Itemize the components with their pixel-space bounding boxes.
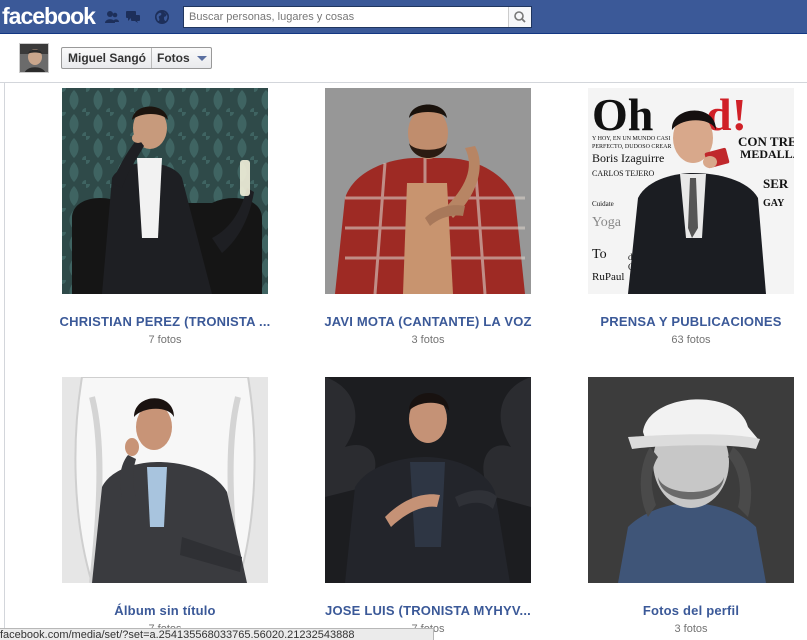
- facebook-logo[interactable]: facebook: [2, 3, 96, 30]
- album-card[interactable]: Fotos del perfil 3 fotos: [576, 377, 806, 635]
- album-cover-photo[interactable]: Oh d! Y HOY, EN UN MUNDO CASI PERFECTO, …: [588, 88, 794, 294]
- album-photo-count: 63 fotos: [671, 334, 711, 346]
- album-card[interactable]: Oh d! Y HOY, EN UN MUNDO CASI PERFECTO, …: [576, 88, 806, 346]
- magazine-cover-image: Oh d! Y HOY, EN UN MUNDO CASI PERFECTO, …: [588, 88, 794, 294]
- album-title[interactable]: JAVI MOTA (CANTANTE) LA VOZ: [313, 314, 543, 329]
- svg-text:GAY: GAY: [763, 198, 785, 209]
- breadcrumb-section-dropdown[interactable]: Fotos: [152, 48, 211, 68]
- notifications-globe-icon[interactable]: [154, 9, 170, 25]
- browser-status-url: facebook.com/media/set/?set=a.2541355680…: [0, 628, 434, 640]
- album-photo-count: 3 fotos: [674, 623, 708, 635]
- breadcrumb-section-label: Fotos: [157, 51, 190, 65]
- svg-text:Oh: Oh: [592, 89, 653, 140]
- svg-text:Yoga: Yoga: [592, 215, 622, 230]
- search-icon: [514, 11, 526, 23]
- svg-text:Y HOY, EN UN MUNDO CASI: Y HOY, EN UN MUNDO CASI: [592, 136, 670, 142]
- album-card[interactable]: JOSE LUIS (TRONISTA MYHYV... 7 fotos: [313, 377, 543, 635]
- breadcrumb-profile-name[interactable]: Miguel Sangó: [62, 48, 152, 68]
- svg-text:MEDALLAS: MEDALLAS: [740, 147, 794, 161]
- album-title[interactable]: Fotos del perfil: [576, 603, 806, 618]
- chevron-down-icon: [196, 55, 207, 61]
- svg-text:To: To: [592, 247, 607, 262]
- album-title[interactable]: CHRISTIAN PEREZ (TRONISTA ...: [50, 314, 280, 329]
- search-button[interactable]: [508, 7, 531, 27]
- album-cover-photo[interactable]: [62, 377, 268, 583]
- search-input[interactable]: [184, 7, 509, 27]
- top-navigation-bar: facebook: [0, 0, 807, 34]
- search-box: [183, 6, 532, 28]
- svg-text:SER: SER: [763, 176, 789, 191]
- album-photo-count: 7 fotos: [148, 334, 182, 346]
- album-photo-count: 3 fotos: [411, 334, 445, 346]
- svg-text:PERFECTO, DUDOSO CREAR: PERFECTO, DUDOSO CREAR: [592, 144, 671, 150]
- breadcrumb: Miguel Sangó Fotos: [61, 47, 212, 69]
- album-cover-photo[interactable]: [325, 377, 531, 583]
- album-card[interactable]: CHRISTIAN PEREZ (TRONISTA ... 7 fotos: [50, 88, 280, 346]
- friend-requests-icon[interactable]: [104, 9, 120, 25]
- album-title[interactable]: PRENSA Y PUBLICACIONES: [576, 314, 806, 329]
- album-card[interactable]: JAVI MOTA (CANTANTE) LA VOZ 3 fotos: [313, 88, 543, 346]
- svg-text:RuPaul: RuPaul: [592, 271, 624, 283]
- messages-icon[interactable]: [125, 9, 141, 25]
- album-header-bar: Miguel Sangó Fotos: [0, 34, 807, 83]
- svg-text:Boris Izaguirre: Boris Izaguirre: [592, 151, 664, 165]
- profile-avatar[interactable]: [19, 43, 49, 73]
- album-card[interactable]: Álbum sin título 7 fotos: [50, 377, 280, 635]
- svg-text:CARLOS TEJERO: CARLOS TEJERO: [592, 169, 655, 178]
- left-divider: [4, 83, 5, 640]
- album-cover-photo[interactable]: [588, 377, 794, 583]
- svg-text:Cuidate: Cuidate: [592, 200, 614, 208]
- album-title[interactable]: JOSE LUIS (TRONISTA MYHYV...: [313, 603, 543, 618]
- album-cover-photo[interactable]: [325, 88, 531, 294]
- album-title[interactable]: Álbum sin título: [50, 603, 280, 618]
- album-cover-photo[interactable]: [62, 88, 268, 294]
